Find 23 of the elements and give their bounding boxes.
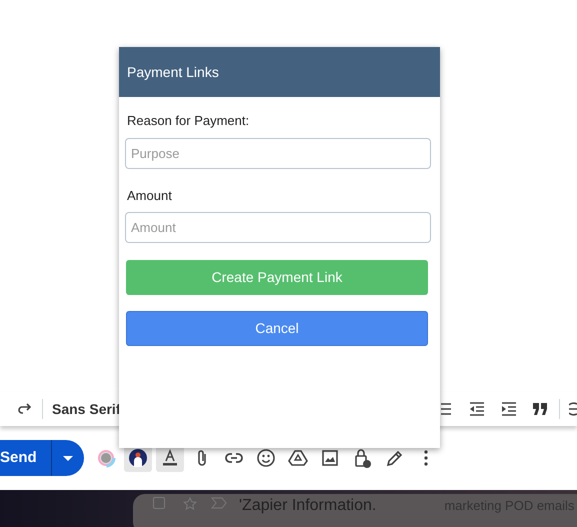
field-label: Amount [127,186,173,204]
redo-icon[interactable] [17,401,33,417]
dialog-button[interactable]: Cancel [126,311,428,346]
dialog-title: Payment Links [127,62,219,82]
indent-less-icon[interactable] [469,402,485,416]
image-icon [320,448,340,468]
quote-icon[interactable] [533,403,547,415]
strikethrough-icon[interactable] [569,401,577,417]
email-subject: 'Zapier Information. [239,497,376,515]
caret-icon [62,456,73,460]
star-icon[interactable] [183,497,197,511]
checkbox[interactable] [153,497,165,509]
smiley-icon [256,448,276,468]
input-field[interactable]: Purpose [125,138,431,168]
list-icon[interactable] [441,402,453,416]
dialog-button[interactable]: Create Payment Link [126,260,428,295]
indent-more-icon[interactable] [501,402,517,416]
triangle-icon [288,448,308,468]
field-label: Reason for Payment: [127,112,250,130]
font-dropdown[interactable]: Sans Serif [52,398,120,420]
more-icon [424,450,428,466]
input-field[interactable]: Amount [125,212,431,243]
addon-icon [96,448,116,468]
